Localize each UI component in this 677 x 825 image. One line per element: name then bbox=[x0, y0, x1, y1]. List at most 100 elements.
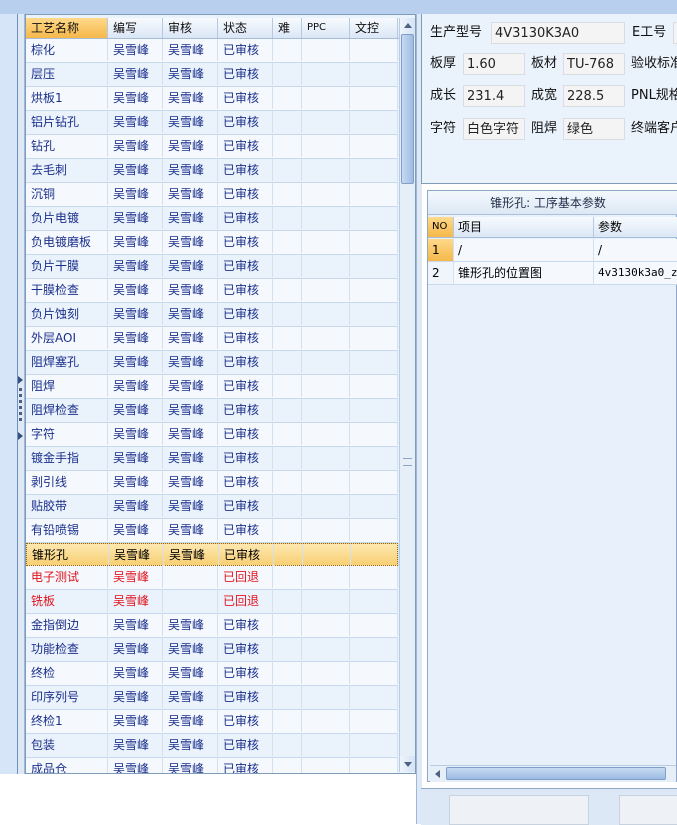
cell-difficulty[interactable] bbox=[273, 63, 302, 85]
cell-doc-control[interactable] bbox=[350, 638, 398, 660]
cell-writer[interactable]: 吴雪峰 bbox=[108, 231, 163, 253]
cell-status[interactable]: 已审核 bbox=[218, 447, 273, 469]
cell-difficulty[interactable] bbox=[273, 614, 302, 636]
cell-difficulty[interactable] bbox=[273, 590, 302, 612]
cell-process-name[interactable]: 终检1 bbox=[26, 710, 108, 732]
cell-process-name[interactable]: 负电镀磨板 bbox=[26, 231, 108, 253]
table-row[interactable]: 镀金手指 吴雪峰 吴雪峰 已审核 bbox=[26, 447, 398, 471]
cell-reviewer[interactable]: 吴雪峰 bbox=[163, 303, 218, 325]
cell-process-name[interactable]: 电子测试 bbox=[26, 566, 108, 588]
cell-doc-control[interactable] bbox=[350, 614, 398, 636]
params-cell-item[interactable]: / bbox=[454, 239, 594, 261]
cell-writer[interactable]: 吴雪峰 bbox=[109, 544, 164, 566]
cell-process-name[interactable]: 铣板 bbox=[26, 590, 108, 612]
params-horizontal-scrollbar[interactable] bbox=[430, 765, 676, 782]
cell-reviewer[interactable]: 吴雪峰 bbox=[163, 279, 218, 301]
cell-status[interactable]: 已审核 bbox=[218, 207, 273, 229]
cell-difficulty[interactable] bbox=[273, 710, 302, 732]
cell-process-name[interactable]: 干膜检查 bbox=[26, 279, 108, 301]
cell-ppc[interactable] bbox=[302, 519, 350, 541]
cell-writer[interactable]: 吴雪峰 bbox=[108, 447, 163, 469]
cell-process-name[interactable]: 功能检查 bbox=[26, 638, 108, 660]
cell-status[interactable]: 已审核 bbox=[218, 471, 273, 493]
cell-reviewer[interactable]: 吴雪峰 bbox=[163, 614, 218, 636]
cell-difficulty[interactable] bbox=[273, 447, 302, 469]
cell-reviewer[interactable]: 吴雪峰 bbox=[163, 87, 218, 109]
cell-process-name[interactable]: 有铅喷锡 bbox=[26, 519, 108, 541]
cell-process-name[interactable]: 镀金手指 bbox=[26, 447, 108, 469]
cell-ppc[interactable] bbox=[302, 303, 350, 325]
cell-writer[interactable]: 吴雪峰 bbox=[108, 87, 163, 109]
cell-writer[interactable]: 吴雪峰 bbox=[108, 495, 163, 517]
cell-doc-control[interactable] bbox=[350, 39, 398, 61]
solder-mask-field[interactable]: 绿色 bbox=[563, 118, 625, 140]
bottom-field-2[interactable] bbox=[619, 795, 677, 825]
grid-vertical-scrollbar[interactable] bbox=[399, 18, 415, 772]
table-row[interactable]: 负片电镀 吴雪峰 吴雪峰 已审核 bbox=[26, 207, 398, 231]
cell-doc-control[interactable] bbox=[350, 327, 398, 349]
table-row[interactable]: 负片蚀刻 吴雪峰 吴雪峰 已审核 bbox=[26, 303, 398, 327]
cell-difficulty[interactable] bbox=[273, 638, 302, 660]
cell-ppc[interactable] bbox=[302, 423, 350, 445]
cell-ppc[interactable] bbox=[302, 87, 350, 109]
cell-reviewer[interactable]: 吴雪峰 bbox=[163, 159, 218, 181]
eno-field[interactable] bbox=[673, 22, 677, 44]
cell-writer[interactable]: 吴雪峰 bbox=[108, 135, 163, 157]
cell-writer[interactable]: 吴雪峰 bbox=[108, 255, 163, 277]
cell-process-name[interactable]: 阻焊检查 bbox=[26, 399, 108, 421]
cell-doc-control[interactable] bbox=[350, 255, 398, 277]
cell-difficulty[interactable] bbox=[273, 495, 302, 517]
cell-ppc[interactable] bbox=[302, 758, 350, 773]
cell-status[interactable]: 已审核 bbox=[218, 111, 273, 133]
cell-status[interactable]: 已审核 bbox=[218, 399, 273, 421]
cell-ppc[interactable] bbox=[302, 495, 350, 517]
table-row[interactable]: 贴胶带 吴雪峰 吴雪峰 已审核 bbox=[26, 495, 398, 519]
cell-ppc[interactable] bbox=[302, 686, 350, 708]
cell-status[interactable]: 已审核 bbox=[218, 327, 273, 349]
cell-difficulty[interactable] bbox=[273, 111, 302, 133]
width-field[interactable]: 228.5 bbox=[563, 85, 625, 107]
table-row[interactable]: 阻焊塞孔 吴雪峰 吴雪峰 已审核 bbox=[26, 351, 398, 375]
cell-doc-control[interactable] bbox=[350, 351, 398, 373]
cell-reviewer[interactable]: 吴雪峰 bbox=[163, 399, 218, 421]
cell-process-name[interactable]: 钻孔 bbox=[26, 135, 108, 157]
cell-reviewer[interactable]: 吴雪峰 bbox=[163, 638, 218, 660]
cell-status[interactable]: 已审核 bbox=[218, 710, 273, 732]
cell-ppc[interactable] bbox=[302, 590, 350, 612]
cell-reviewer[interactable] bbox=[163, 590, 218, 612]
cell-process-name[interactable]: 金指倒边 bbox=[26, 614, 108, 636]
cell-status[interactable]: 已审核 bbox=[218, 183, 273, 205]
cell-reviewer[interactable]: 吴雪峰 bbox=[163, 63, 218, 85]
cell-writer[interactable]: 吴雪峰 bbox=[108, 566, 163, 588]
cell-status[interactable]: 已审核 bbox=[218, 303, 273, 325]
cell-process-name[interactable]: 贴胶带 bbox=[26, 495, 108, 517]
cell-ppc[interactable] bbox=[302, 351, 350, 373]
cell-process-name[interactable]: 成品仓 bbox=[26, 758, 108, 773]
params-column-no[interactable]: NO bbox=[428, 217, 454, 237]
params-column-item[interactable]: 项目 bbox=[454, 217, 594, 237]
cell-ppc[interactable] bbox=[302, 63, 350, 85]
cell-ppc[interactable] bbox=[302, 662, 350, 684]
cell-writer[interactable]: 吴雪峰 bbox=[108, 734, 163, 756]
char-field[interactable]: 白色字符 bbox=[463, 118, 525, 140]
cell-reviewer[interactable]: 吴雪峰 bbox=[163, 423, 218, 445]
table-row[interactable]: 沉铜 吴雪峰 吴雪峰 已审核 bbox=[26, 183, 398, 207]
cell-difficulty[interactable] bbox=[273, 351, 302, 373]
model-field[interactable]: 4V3130K3A0 bbox=[491, 22, 625, 44]
cell-writer[interactable]: 吴雪峰 bbox=[108, 279, 163, 301]
cell-reviewer[interactable]: 吴雪峰 bbox=[163, 111, 218, 133]
cell-difficulty[interactable] bbox=[273, 231, 302, 253]
cell-difficulty[interactable] bbox=[273, 758, 302, 773]
cell-status[interactable]: 已审核 bbox=[218, 758, 273, 773]
table-row[interactable]: 去毛刺 吴雪峰 吴雪峰 已审核 bbox=[26, 159, 398, 183]
cell-process-name[interactable]: 负片电镀 bbox=[26, 207, 108, 229]
cell-status[interactable]: 已审核 bbox=[218, 231, 273, 253]
cell-writer[interactable]: 吴雪峰 bbox=[108, 351, 163, 373]
cell-process-name[interactable]: 铝片钻孔 bbox=[26, 111, 108, 133]
cell-doc-control[interactable] bbox=[350, 279, 398, 301]
cell-ppc[interactable] bbox=[302, 447, 350, 469]
cell-writer[interactable]: 吴雪峰 bbox=[108, 399, 163, 421]
cell-ppc[interactable] bbox=[302, 710, 350, 732]
cell-difficulty[interactable] bbox=[273, 87, 302, 109]
cell-doc-control[interactable] bbox=[350, 159, 398, 181]
